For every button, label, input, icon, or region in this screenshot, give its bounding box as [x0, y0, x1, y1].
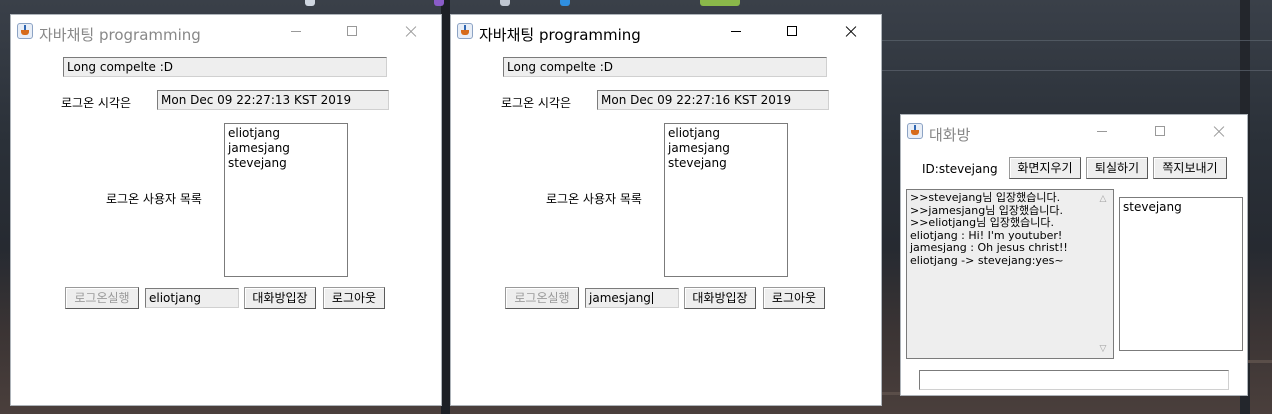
- chat-line: >>stevejang님 입장했습니다.: [910, 191, 1061, 204]
- minimize-icon[interactable]: [713, 15, 759, 47]
- enter-room-button[interactable]: 대화방입장: [684, 287, 756, 309]
- room-user-list[interactable]: stevejang: [1119, 197, 1243, 351]
- list-item[interactable]: jamesjang: [228, 141, 344, 156]
- window-title: 자바채팅 programming: [39, 26, 201, 44]
- chat-line: >>eliotjang님 입장했습니다.: [910, 216, 1054, 229]
- close-icon[interactable]: [387, 15, 433, 47]
- chat-line: eliotjang -> stevejang:yes~: [910, 253, 1064, 267]
- maximize-icon[interactable]: [1137, 115, 1183, 147]
- list-item[interactable]: eliotjang: [228, 126, 344, 141]
- java-cup-icon: [457, 23, 473, 39]
- list-item[interactable]: stevejang: [1123, 200, 1239, 215]
- minimize-icon[interactable]: [273, 15, 319, 47]
- chat-messages[interactable]: >>stevejang님 입장했습니다. >>jamesjang님 입장했습니다…: [906, 189, 1114, 359]
- login-window-1: 자바채팅 programming Long compelte :D 로그온 시각…: [10, 14, 442, 406]
- scroll-up-icon[interactable]: △: [1093, 192, 1113, 206]
- chat-line: jamesjang : Oh jesus christ!!: [910, 241, 1068, 254]
- user-id-field[interactable]: jamesjang: [585, 288, 679, 308]
- message-field: Long compelte :D: [63, 57, 387, 77]
- leave-room-button[interactable]: 퇴실하기: [1086, 157, 1148, 179]
- logout-button[interactable]: 로그아웃: [323, 287, 385, 309]
- title-bar[interactable]: 자바채팅 programming: [451, 15, 881, 49]
- login-button[interactable]: 로그온실행: [505, 287, 579, 309]
- user-id-value: jamesjang: [589, 291, 651, 305]
- list-item[interactable]: stevejang: [228, 156, 344, 171]
- list-item[interactable]: stevejang: [668, 156, 784, 171]
- message-field: Long compelte :D: [503, 57, 827, 77]
- login-button[interactable]: 로그온실행: [65, 287, 139, 309]
- chat-scrollbar[interactable]: △ ▽: [1093, 190, 1113, 358]
- login-time-field: Mon Dec 09 22:27:16 KST 2019: [597, 90, 829, 110]
- window-title: 자바채팅 programming: [479, 26, 641, 44]
- text-caret: [651, 292, 653, 304]
- window-title: 대화방: [929, 126, 971, 144]
- login-time-label: 로그온 시각은: [501, 96, 572, 110]
- enter-room-button[interactable]: 대화방입장: [244, 287, 316, 309]
- maximize-icon[interactable]: [769, 15, 815, 47]
- java-cup-icon: [17, 23, 33, 39]
- login-time-field: Mon Dec 09 22:27:13 KST 2019: [157, 90, 389, 110]
- clear-screen-button[interactable]: 화면지우기: [1009, 157, 1081, 179]
- user-id-field[interactable]: eliotjang: [145, 288, 239, 308]
- title-bar[interactable]: 자바채팅 programming: [11, 15, 441, 49]
- title-bar[interactable]: 대화방: [901, 115, 1247, 149]
- list-item[interactable]: jamesjang: [668, 141, 784, 156]
- users-list-label: 로그온 사용자 목록: [106, 192, 202, 206]
- users-list-label: 로그온 사용자 목록: [546, 192, 642, 206]
- login-window-2: 자바채팅 programming Long compelte :D 로그온 시각…: [450, 14, 882, 406]
- chat-input[interactable]: [919, 370, 1229, 390]
- scroll-down-icon[interactable]: ▽: [1093, 342, 1113, 356]
- user-id-label: ID:stevejang: [922, 162, 998, 176]
- close-icon[interactable]: [1195, 115, 1241, 147]
- chat-window: 대화방 ID:stevejang 화면지우기 퇴실하기 쪽지보내기 >>stev…: [900, 114, 1248, 396]
- user-list[interactable]: eliotjang jamesjang stevejang: [224, 123, 348, 277]
- logout-button[interactable]: 로그아웃: [763, 287, 825, 309]
- list-item[interactable]: eliotjang: [668, 126, 784, 141]
- close-icon[interactable]: [827, 15, 873, 47]
- minimize-icon[interactable]: [1079, 115, 1125, 147]
- maximize-icon[interactable]: [329, 15, 375, 47]
- user-list[interactable]: eliotjang jamesjang stevejang: [664, 123, 788, 277]
- login-time-label: 로그온 시각은: [61, 96, 132, 110]
- java-cup-icon: [907, 123, 923, 139]
- send-whisper-button[interactable]: 쪽지보내기: [1153, 157, 1227, 179]
